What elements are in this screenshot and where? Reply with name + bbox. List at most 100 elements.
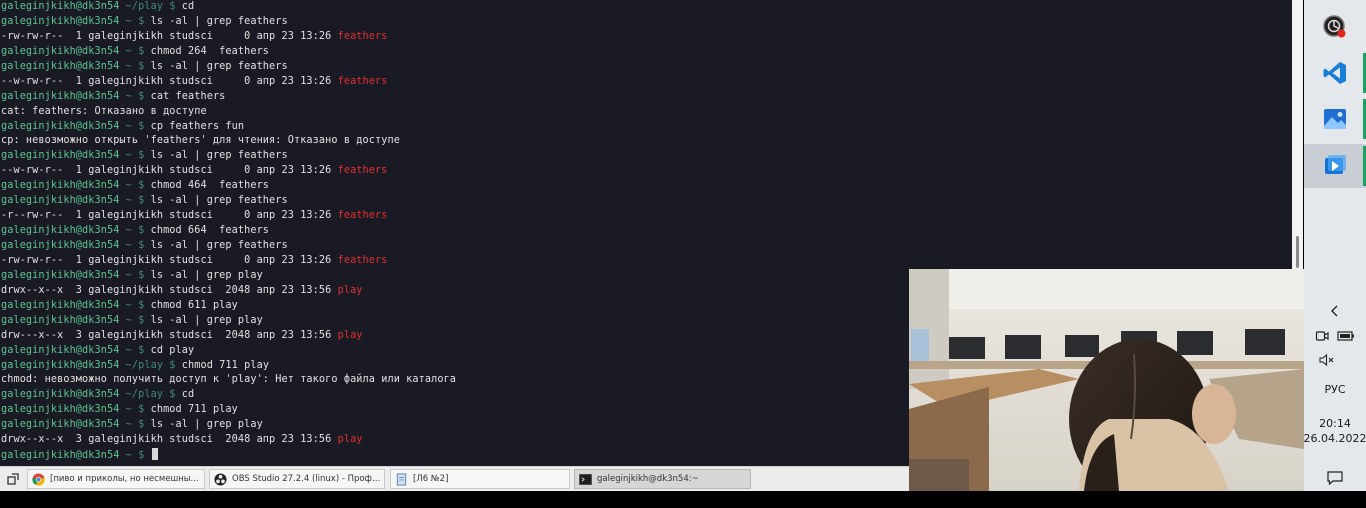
output-text: -rw-rw-r-- 1 galeginjkikh studsci 0 апр … [1, 254, 338, 266]
prompt-user: galeginjkikh@dk3n54 [1, 195, 120, 207]
terminal-line: galeginjkikh@dk3n54 ~ $ ls -al | grep fe… [1, 195, 288, 207]
prompt-user: galeginjkikh@dk3n54 [1, 15, 120, 27]
linux-taskbar: [пиво и приколы, но несмешны... OBS Stud… [0, 466, 909, 491]
command-text: cd play [150, 344, 195, 356]
highlighted-name: feathers [337, 30, 388, 42]
task-document[interactable]: [Л6 №2] [390, 469, 570, 489]
show-hidden-icons-button[interactable] [1304, 302, 1366, 320]
output-text: --w-rw-r-- 1 galeginjkikh studsci 0 апр … [1, 75, 338, 87]
terminal-line: drwx--x--x 3 galeginjkikh studsci 2048 а… [1, 433, 456, 448]
task-label: [пиво и приколы, но несмешны... [50, 474, 199, 484]
notifications-button[interactable] [1304, 468, 1366, 488]
prompt-user: galeginjkikh@dk3n54 [1, 359, 120, 371]
terminal-line: -r--rw-r-- 1 galeginjkikh studsci 0 апр … [1, 209, 456, 224]
prompt-user: galeginjkikh@dk3n54 [1, 389, 120, 401]
terminal-line: drw---x--x 3 galeginjkikh studsci 2048 а… [1, 329, 456, 344]
command-text: chmod 664 feathers [150, 225, 270, 237]
clock[interactable]: 20:14 26.04.2022 [1304, 416, 1366, 446]
output-text: cat: feathers: Отказано в доступе [1, 105, 207, 117]
terminal-line: galeginjkikh@dk3n54 ~/play $ cd [1, 1, 195, 12]
output-text: chmod: невозможно получить доступ к 'pla… [1, 374, 457, 386]
terminal-icon [579, 473, 592, 485]
task-terminal[interactable]: galeginjkikh@dk3n54:~ [574, 469, 751, 489]
terminal-line: galeginjkikh@dk3n54 ~/play $ cd [1, 389, 195, 401]
prompt-user: galeginjkikh@dk3n54 [1, 419, 120, 431]
command-text: chmod 264 feathers [150, 45, 270, 57]
obs-icon [214, 472, 227, 486]
chevron-left-icon [1331, 305, 1338, 317]
command-text: chmod 711 play [181, 359, 270, 371]
command-text: cat feathers [150, 90, 226, 102]
task-obs[interactable]: OBS Studio 27.2.4 (linux) - Профи... [209, 469, 385, 489]
terminal-line: drwx--x--x 3 galeginjkikh studsci 2048 а… [1, 284, 456, 299]
terminal-line: galeginjkikh@dk3n54 ~ $ ls -al | grep fe… [1, 240, 288, 251]
terminal-line: galeginjkikh@dk3n54 ~/play $ chmod 711 p… [1, 359, 270, 371]
terminal-line: -rw-rw-r-- 1 galeginjkikh studsci 0 апр … [1, 30, 456, 45]
output-text: cp: невозможно открыть 'feathers' для чт… [1, 135, 400, 147]
command-text: chmod 711 play [150, 404, 238, 416]
highlighted-name: feathers [337, 210, 388, 222]
notification-center-icon [1327, 471, 1343, 486]
prompt-user: galeginjkikh@dk3n54 [1, 45, 120, 57]
output-text: -r--rw-r-- 1 galeginjkikh studsci 0 апр … [1, 210, 338, 222]
prompt-user: galeginjkikh@dk3n54 [1, 1, 120, 12]
command-text: ls -al | grep feathers [150, 195, 288, 207]
terminal-line: galeginjkikh@dk3n54 ~ $ cp feathers fun [1, 120, 245, 132]
prompt-user: galeginjkikh@dk3n54 [1, 344, 120, 356]
command-text: cd [181, 1, 195, 12]
command-text: ls -al | grep play [150, 314, 263, 326]
terminal-line: galeginjkikh@dk3n54 ~ $ ls -al | grep fe… [1, 60, 288, 72]
taskbar-app-recorder[interactable] [1304, 5, 1366, 49]
terminal-line: galeginjkikh@dk3n54 ~ $ chmod 264 feathe… [1, 45, 270, 57]
highlighted-name: play [337, 434, 363, 446]
command-text: cd [181, 389, 195, 401]
clock-date: 26.04.2022 [1303, 432, 1366, 445]
tray-row [1304, 327, 1366, 345]
battery-icon[interactable] [1337, 330, 1355, 342]
terminal-scroll-thumb[interactable] [1296, 236, 1299, 268]
terminal-line: galeginjkikh@dk3n54 ~ $ ls -al | grep fe… [1, 150, 288, 162]
prompt-path: ~/play [125, 389, 164, 401]
terminal-line: galeginjkikh@dk3n54 ~ $ ls -al | grep pl… [1, 419, 263, 431]
prompt-user: galeginjkikh@dk3n54 [1, 269, 120, 281]
command-text: chmod 464 feathers [150, 180, 270, 192]
terminal-line: galeginjkikh@dk3n54 ~ $ chmod 711 play [1, 404, 238, 416]
prompt-user: galeginjkikh@dk3n54 [1, 299, 120, 311]
language-indicator[interactable]: РУС [1304, 380, 1366, 398]
output-text: drwx--x--x 3 galeginjkikh studsci 2048 а… [1, 434, 338, 446]
photos-icon [1324, 109, 1346, 129]
clock-time: 20:14 [1319, 417, 1351, 430]
prompt-path: ~/play [125, 359, 164, 371]
task-chrome[interactable]: [пиво и приколы, но несмешны... [27, 469, 205, 489]
recorder-icon [1323, 15, 1346, 38]
terminal-line: galeginjkikh@dk3n54 ~ $ chmod 664 feathe… [1, 225, 270, 237]
start-menu-button[interactable] [3, 470, 23, 488]
command-text: ls -al | grep feathers [150, 240, 288, 251]
terminal-line: galeginjkikh@dk3n54 ~ $ cat feathers [1, 90, 226, 102]
highlighted-name: play [337, 329, 363, 341]
volume-button[interactable] [1304, 351, 1366, 369]
prompt-user: galeginjkikh@dk3n54 [1, 240, 120, 251]
terminal-output: galeginjkikh@dk3n54 ~/play $ cd galeginjk… [1, 0, 456, 463]
prompt-user: galeginjkikh@dk3n54 [1, 450, 120, 462]
prompt-user: galeginjkikh@dk3n54 [1, 404, 120, 416]
prompt-user: galeginjkikh@dk3n54 [1, 120, 120, 132]
terminal-line: --w-rw-r-- 1 galeginjkikh studsci 0 апр … [1, 75, 456, 90]
taskbar-app-video-editor[interactable] [1304, 144, 1366, 188]
command-text: cp feathers fun [150, 120, 245, 132]
taskbar-app-photos[interactable] [1304, 97, 1366, 141]
terminal-line: --w-rw-r-- 1 galeginjkikh studsci 0 апр … [1, 164, 456, 179]
taskbar-app-vscode[interactable] [1304, 51, 1366, 95]
prompt-user: galeginjkikh@dk3n54 [1, 225, 120, 237]
highlighted-name: play [337, 284, 363, 296]
prompt-user: galeginjkikh@dk3n54 [1, 60, 120, 72]
command-text: ls -al | grep feathers [150, 60, 288, 72]
command-text: chmod 611 play [150, 299, 238, 311]
output-text: --w-rw-r-- 1 galeginjkikh studsci 0 апр … [1, 165, 338, 177]
prompt-user: galeginjkikh@dk3n54 [1, 180, 120, 192]
prompt-user: galeginjkikh@dk3n54 [1, 90, 120, 102]
output-text: -rw-rw-r-- 1 galeginjkikh studsci 0 апр … [1, 30, 338, 42]
video-editor-icon [1325, 155, 1346, 174]
task-label: OBS Studio 27.2.4 (linux) - Профи... [232, 474, 384, 484]
meet-now-icon[interactable] [1315, 329, 1329, 343]
